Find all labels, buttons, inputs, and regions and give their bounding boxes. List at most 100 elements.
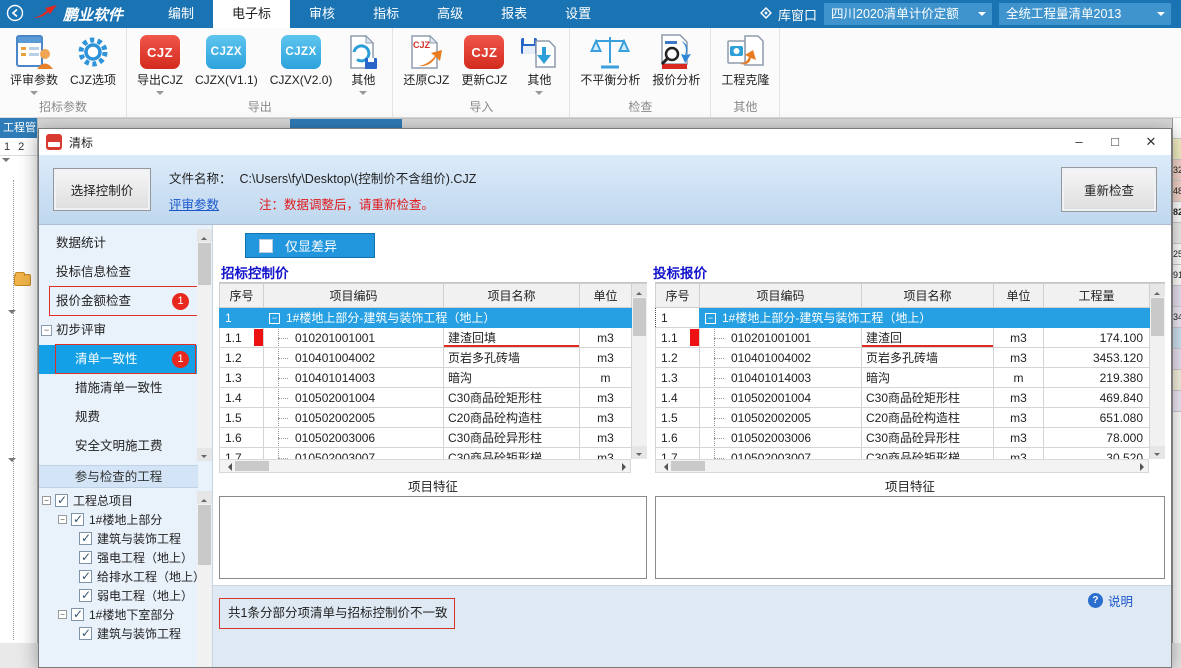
scroll-left-arrow[interactable] (220, 460, 234, 472)
feature-textbox-right[interactable] (655, 496, 1165, 579)
update-cjz-button[interactable]: CJZ 更新CJZ (455, 29, 513, 97)
scrollbar-thumb[interactable] (235, 461, 269, 471)
table-row[interactable]: 1.5010502002005 C20商品砼构造柱m3 (220, 408, 632, 428)
tree-item-building1-basement[interactable]: 1#楼地下室部分 (39, 605, 198, 624)
scroll-up-arrow[interactable] (1150, 284, 1165, 297)
table-row-group[interactable]: 1 1#楼地上部分-建筑与装饰工程（地上） (220, 308, 632, 328)
table-horizontal-scrollbar[interactable] (655, 459, 1149, 473)
scroll-down-arrow[interactable] (1150, 446, 1165, 459)
library-window-toggle[interactable]: 库窗口 (758, 5, 817, 24)
column-header[interactable]: 序号 (656, 284, 700, 308)
scrollbar-thumb[interactable] (1151, 298, 1164, 336)
tree-item-strong-electric[interactable]: 强电工程（地上） (39, 548, 198, 567)
tree-expander-icon[interactable] (269, 313, 280, 324)
table-row[interactable]: 1.6010502003006 C30商品砼异形柱m3 (220, 428, 632, 448)
chevron-down-icon[interactable] (8, 310, 17, 319)
table-row-group[interactable]: 1 1#楼地上部分-建筑与装饰工程（地上） (656, 308, 1150, 328)
scrollbar-thumb[interactable] (198, 505, 211, 565)
table-vertical-scrollbar[interactable] (632, 283, 647, 459)
nav-item-preliminary-review[interactable]: 初步评审 (39, 316, 198, 345)
nav-item-data-statistics[interactable]: 数据统计 (39, 229, 198, 258)
close-button[interactable]: ✕ (1133, 129, 1169, 155)
checked-checkbox[interactable] (79, 589, 92, 602)
table-row[interactable]: 1.2010401004002 页岩多孔砖墙m3 3453.120 (656, 348, 1150, 368)
scroll-down-arrow[interactable] (197, 448, 212, 461)
feature-textbox-left[interactable] (219, 496, 647, 579)
scrollbar-thumb[interactable] (633, 298, 646, 336)
folder-icon[interactable] (14, 274, 31, 286)
tree-item-project-total[interactable]: 工程总项目 (39, 491, 198, 510)
checked-checkbox[interactable] (71, 513, 84, 526)
menu-item-dianzibiao[interactable]: 电子标 (213, 0, 290, 28)
tree-item-weak-electric[interactable]: 弱电工程（地上） (39, 586, 198, 605)
collapse-expander-icon[interactable] (41, 325, 52, 336)
table-row[interactable]: 1.1 010201001001 建渣回填 m3 (220, 328, 632, 348)
chevron-down-icon[interactable] (8, 458, 17, 467)
review-params-link[interactable]: 评审参数 (169, 194, 219, 213)
tree-scrollbar[interactable] (197, 491, 212, 667)
restore-cjz-button[interactable]: CJZ 还原CJZ (397, 29, 455, 97)
nav-item-quote-amount-check[interactable]: 报价金额检查 1 (39, 287, 198, 316)
nav-item-bid-info-check[interactable]: 投标信息检查 (39, 258, 198, 287)
column-header[interactable]: 单位 (580, 284, 632, 308)
sidebar-scrollbar[interactable] (197, 229, 212, 461)
table-row[interactable]: 1.3010401014003 暗沟m 219.380 (656, 368, 1150, 388)
column-header[interactable]: 序号 (220, 284, 264, 308)
export-other-button[interactable]: 其他 (338, 29, 388, 97)
tree-expander-icon[interactable] (58, 610, 67, 619)
nav-item-list-consistency[interactable]: 清单一致性 1 (39, 345, 198, 374)
cjzx-v20-button[interactable]: CJZX CJZX(V2.0) (264, 29, 339, 97)
nav-item-fees[interactable]: 规费 (39, 403, 198, 432)
column-header[interactable]: 项目名称 (444, 284, 580, 308)
dialog-titlebar[interactable]: 清标 – □ ✕ (39, 129, 1171, 155)
recheck-button[interactable]: 重新检查 (1061, 167, 1157, 212)
menu-item-baobiao[interactable]: 报表 (482, 0, 546, 28)
panel-tab-2[interactable]: 2 (18, 141, 24, 153)
import-other-button[interactable]: 其他 (513, 29, 565, 97)
tree-item-arch-decoration[interactable]: 建筑与装饰工程 (39, 529, 198, 548)
quantity-list-dropdown[interactable]: 全统工程量清单2013 (999, 3, 1171, 25)
pricing-standard-dropdown[interactable]: 四川2020清单计价定额 (824, 3, 992, 25)
scroll-up-arrow[interactable] (197, 229, 212, 242)
checked-checkbox[interactable] (71, 608, 84, 621)
menu-item-shenhe[interactable]: 审核 (290, 0, 354, 28)
checked-checkbox[interactable] (79, 570, 92, 583)
tree-item-arch-decoration[interactable]: 建筑与装饰工程 (39, 624, 198, 643)
column-header[interactable]: 项目编码 (264, 284, 444, 308)
scroll-right-arrow[interactable] (616, 460, 630, 472)
menu-item-zhibiao[interactable]: 指标 (354, 0, 418, 28)
table-row[interactable]: 1.2010401004002 页岩多孔砖墙m3 (220, 348, 632, 368)
unchecked-checkbox[interactable] (259, 239, 273, 253)
table-horizontal-scrollbar[interactable] (219, 459, 631, 473)
table-row[interactable]: 1.4010502001004 C30商品砼矩形柱m3 469.840 (656, 388, 1150, 408)
table-row[interactable]: 1.7010502003007 C30商品砼矩形梯m3 (220, 448, 632, 460)
table-row[interactable]: 1.5010502002005 C20商品砼构造柱m3 651.080 (656, 408, 1150, 428)
table-row[interactable]: 1.4010502001004 C30商品砼矩形柱m3 (220, 388, 632, 408)
scrollbar-thumb[interactable] (671, 461, 705, 471)
project-clone-button[interactable]: 工程克隆 (715, 29, 775, 97)
table-row[interactable]: 1.6010502003006 C30商品砼异形柱m3 78.000 (656, 428, 1150, 448)
maximize-button[interactable]: □ (1097, 129, 1133, 155)
scroll-up-arrow[interactable] (197, 491, 212, 504)
scroll-up-arrow[interactable] (632, 284, 647, 297)
checked-checkbox[interactable] (79, 627, 92, 640)
column-header[interactable]: 工程量 (1044, 284, 1150, 308)
cjzx-v11-button[interactable]: CJZX CJZX(V1.1) (189, 29, 264, 97)
export-cjz-button[interactable]: CJZ 导出CJZ (131, 29, 189, 97)
scrollbar-thumb[interactable] (198, 243, 211, 285)
menu-item-shezhi[interactable]: 设置 (546, 0, 610, 28)
cjz-options-button[interactable]: CJZ选项 (64, 29, 122, 97)
column-header[interactable]: 单位 (994, 284, 1044, 308)
select-control-price-button[interactable]: 选择控制价 (53, 168, 151, 211)
nav-item-measure-list-consistency[interactable]: 措施清单一致性 (39, 374, 198, 403)
review-params-button[interactable]: 评审参数 (4, 29, 64, 97)
column-header[interactable]: 项目名称 (862, 284, 994, 308)
scroll-right-arrow[interactable] (1134, 460, 1148, 472)
menu-item-gaoji[interactable]: 高级 (418, 0, 482, 28)
checked-checkbox[interactable] (55, 494, 68, 507)
nav-item-safety-fee[interactable]: 安全文明施工费 (39, 432, 198, 461)
back-button[interactable] (0, 0, 30, 28)
table-row[interactable]: 1.1 010201001001 建渣回 m3 174.100 (656, 328, 1150, 348)
unbalanced-analysis-button[interactable]: 不平衡分析 (574, 29, 646, 97)
quote-analysis-button[interactable]: 报价分析 (646, 29, 706, 97)
